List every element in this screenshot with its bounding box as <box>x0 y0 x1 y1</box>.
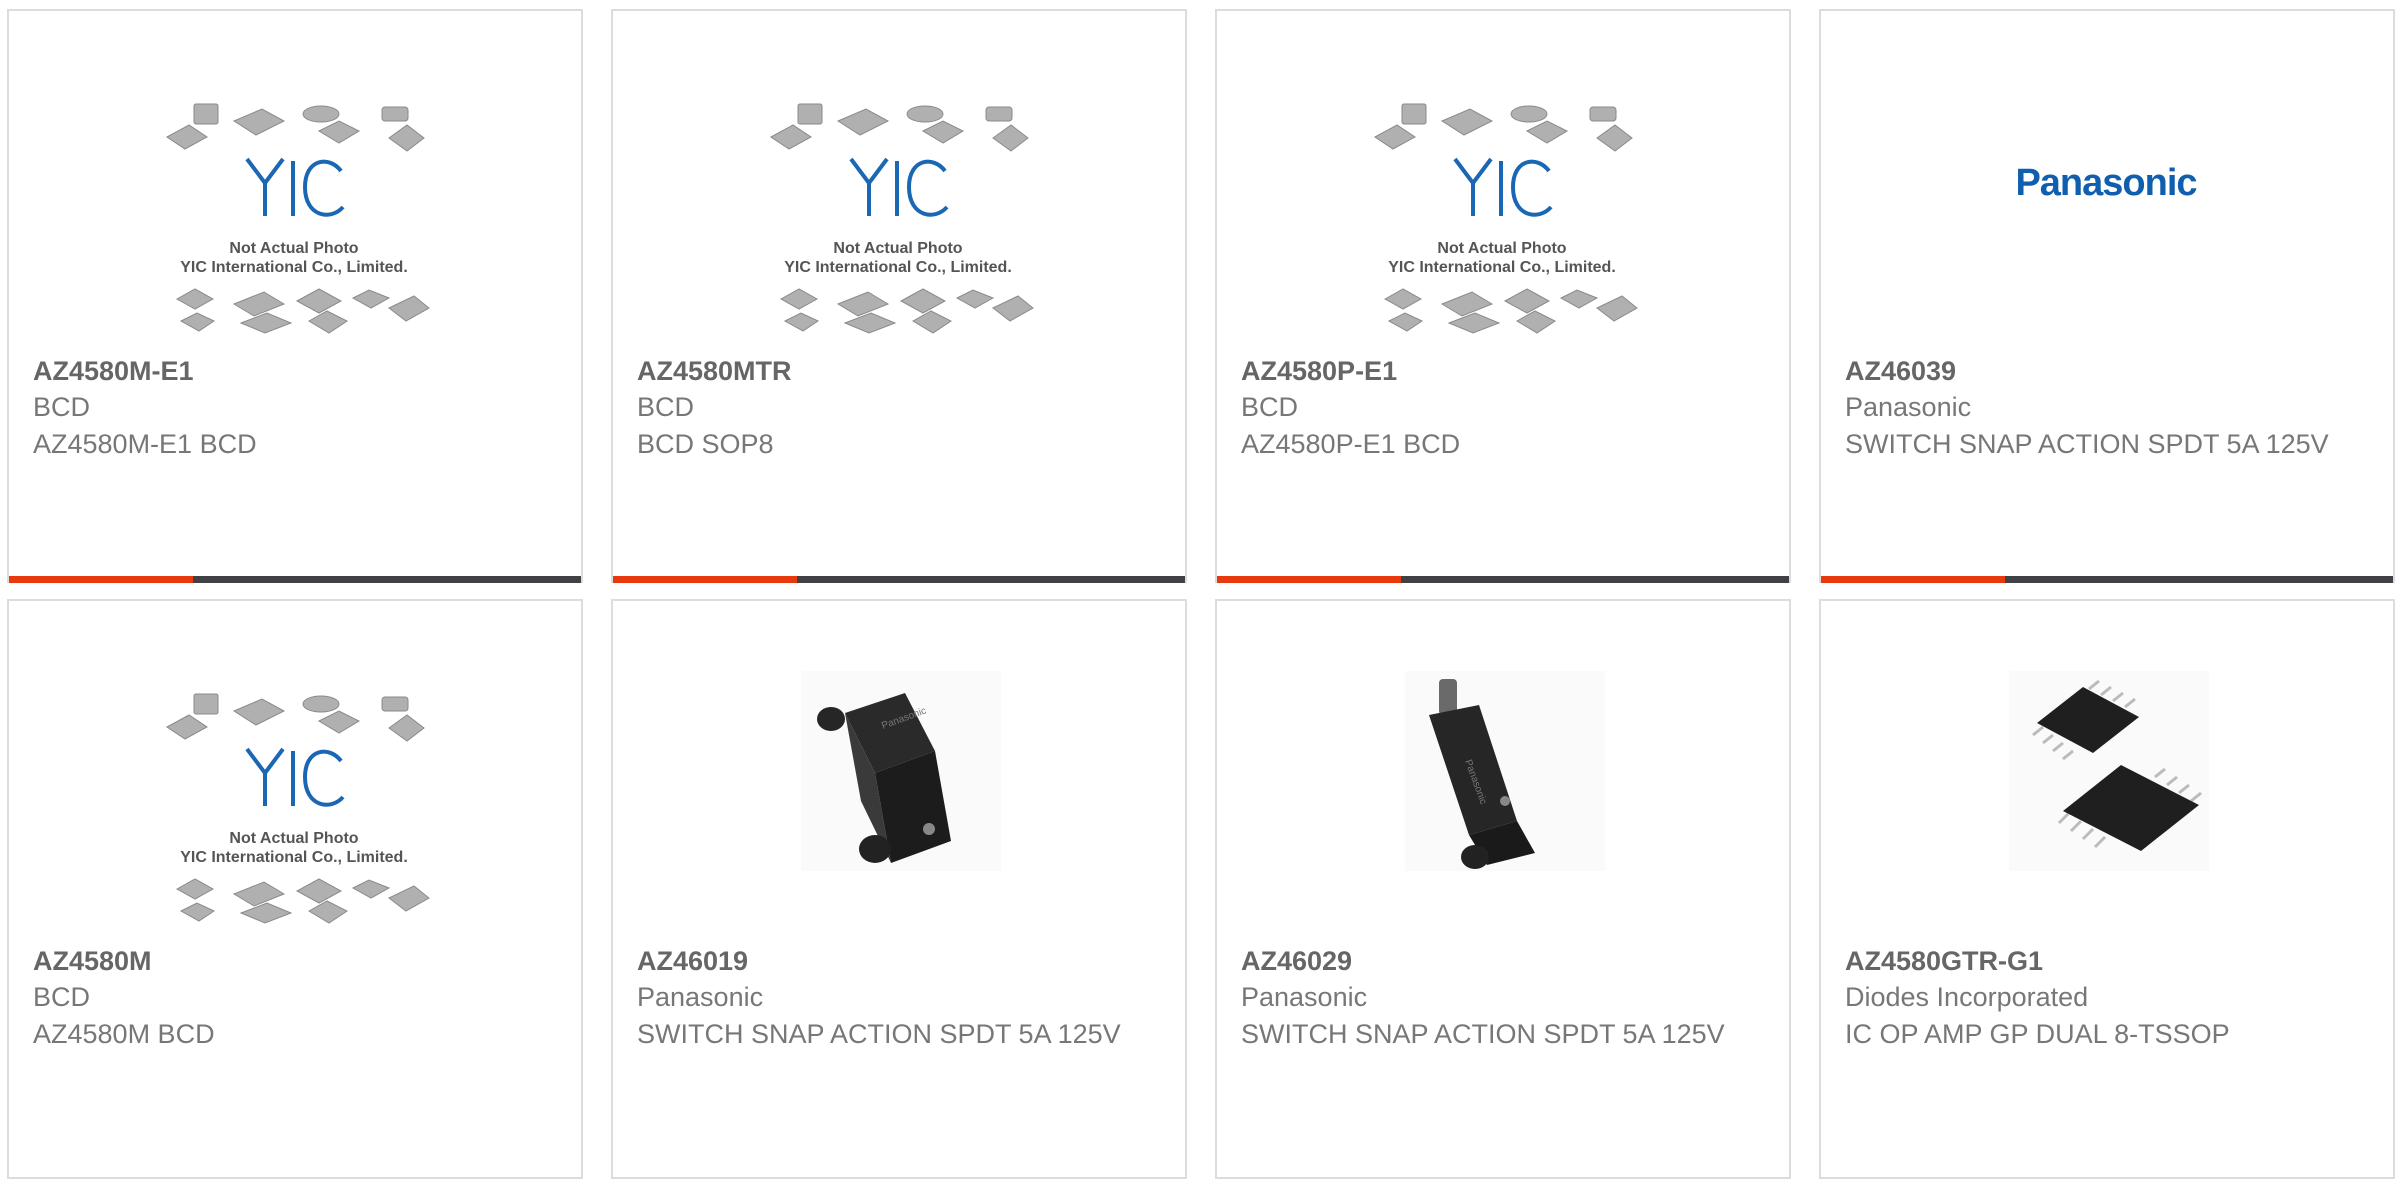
yic-logo-icon <box>245 747 345 807</box>
part-number[interactable]: AZ4580M-E1 <box>33 353 557 389</box>
product-card[interactable]: Panasonic AZ46019 Panasonic SWITCH SNAP … <box>611 599 1187 1179</box>
product-card[interactable]: Not Actual Photo YIC International Co., … <box>7 599 583 1179</box>
description: AZ4580M BCD <box>33 1019 215 1049</box>
image-caption-2: YIC International Co., Limited. <box>180 259 408 276</box>
image-caption-2: YIC International Co., Limited. <box>1388 259 1616 276</box>
product-card[interactable]: Panasonic AZ46029 Panasonic SWITCH SNAP … <box>1215 599 1791 1179</box>
card-footer-bar <box>1217 576 1789 583</box>
manufacturer: Panasonic <box>637 982 764 1012</box>
yic-placeholder-image: Not Actual Photo YIC International Co., … <box>166 693 430 924</box>
yic-placeholder-image: Not Actual Photo YIC International Co., … <box>1374 103 1638 334</box>
snap-switch-photo: Panasonic <box>801 671 1001 871</box>
image-caption-1: Not Actual Photo <box>229 240 358 257</box>
yic-placeholder-image: Not Actual Photo YIC International Co., … <box>166 103 430 334</box>
card-footer-bar <box>613 576 1185 583</box>
image-caption-1: Not Actual Photo <box>229 830 358 847</box>
product-card[interactable]: Not Actual Photo YIC International Co., … <box>611 9 1187 583</box>
product-image[interactable] <box>1821 601 2393 941</box>
product-image[interactable]: Not Actual Photo YIC International Co., … <box>613 11 1185 351</box>
manufacturer: Diodes Incorporated <box>1845 982 2089 1012</box>
image-caption-1: Not Actual Photo <box>833 240 962 257</box>
manufacturer: Panasonic <box>1241 982 1368 1012</box>
description: AZ4580P-E1 BCD <box>1241 429 1461 459</box>
product-image[interactable]: Not Actual Photo YIC International Co., … <box>9 11 581 351</box>
part-number[interactable]: AZ4580MTR <box>637 353 1161 389</box>
description: SWITCH SNAP ACTION SPDT 5A 125V <box>1241 1019 1725 1049</box>
product-image[interactable]: Panasonic <box>1821 11 2393 351</box>
part-number[interactable]: AZ4580M <box>33 943 557 979</box>
part-number[interactable]: AZ46029 <box>1241 943 1765 979</box>
description: IC OP AMP GP DUAL 8-TSSOP <box>1845 1019 2230 1049</box>
card-footer-bar <box>9 576 581 583</box>
image-caption-2: YIC International Co., Limited. <box>180 849 408 866</box>
description: AZ4580M-E1 BCD <box>33 429 257 459</box>
yic-logo-icon <box>849 157 949 217</box>
product-grid: Not Actual Photo YIC International Co., … <box>0 0 2400 1179</box>
product-card[interactable]: Not Actual Photo YIC International Co., … <box>7 9 583 583</box>
description: BCD SOP8 <box>637 429 774 459</box>
manufacturer: BCD <box>33 392 91 422</box>
product-card[interactable]: AZ4580GTR-G1 Diodes Incorporated IC OP A… <box>1819 599 2395 1179</box>
yic-placeholder-image: Not Actual Photo YIC International Co., … <box>770 103 1034 334</box>
image-caption-2: YIC International Co., Limited. <box>784 259 1012 276</box>
product-image[interactable]: Panasonic <box>613 601 1185 941</box>
yic-logo-icon <box>245 157 345 217</box>
part-number[interactable]: AZ4580P-E1 <box>1241 353 1765 389</box>
image-caption-1: Not Actual Photo <box>1437 240 1566 257</box>
card-footer-bar <box>1821 576 2393 583</box>
part-number[interactable]: AZ4580GTR-G1 <box>1845 943 2369 979</box>
manufacturer: BCD <box>637 392 695 422</box>
product-image[interactable]: Panasonic <box>1217 601 1789 941</box>
description: SWITCH SNAP ACTION SPDT 5A 125V <box>1845 429 2329 459</box>
description: SWITCH SNAP ACTION SPDT 5A 125V <box>637 1019 1121 1049</box>
product-image[interactable]: Not Actual Photo YIC International Co., … <box>1217 11 1789 351</box>
manufacturer: Panasonic <box>1845 392 1972 422</box>
tssop-ic-photo <box>2009 671 2209 871</box>
part-number[interactable]: AZ46039 <box>1845 353 2369 389</box>
part-number[interactable]: AZ46019 <box>637 943 1161 979</box>
product-image[interactable]: Not Actual Photo YIC International Co., … <box>9 601 581 941</box>
panasonic-logo-image: Panasonic <box>2015 162 2198 204</box>
manufacturer: BCD <box>1241 392 1299 422</box>
product-card[interactable]: Not Actual Photo YIC International Co., … <box>1215 9 1791 583</box>
yic-logo-icon <box>1453 157 1553 217</box>
manufacturer: BCD <box>33 982 91 1012</box>
panasonic-logo: Panasonic <box>2015 162 2197 204</box>
snap-switch-plunger-photo: Panasonic <box>1405 671 1605 871</box>
product-card[interactable]: Panasonic AZ46039 Panasonic SWITCH SNAP … <box>1819 9 2395 583</box>
